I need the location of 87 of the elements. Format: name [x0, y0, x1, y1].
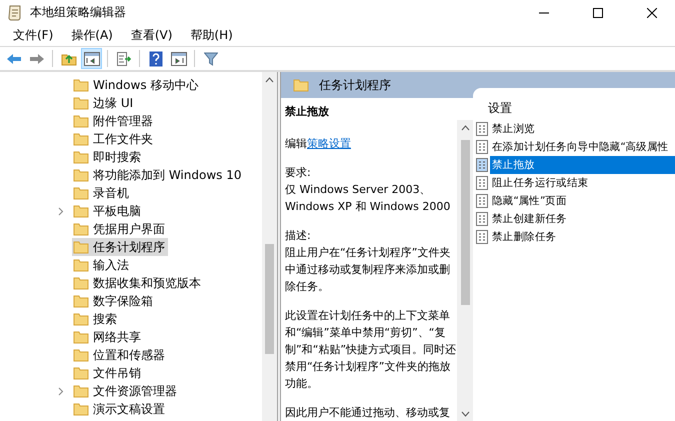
tree-item[interactable]: 工作文件夹	[72, 130, 156, 148]
scroll-app-icon	[8, 4, 22, 20]
requirements-text: 仅 Windows Server 2003、Windows XP 和 Windows 2000	[285, 182, 452, 215]
setting-item[interactable]: 在添加计划任务向导中隐藏“高级属性	[490, 138, 675, 156]
menu-item[interactable]: 文件(F)	[4, 27, 62, 44]
tree-item[interactable]: 网络共享	[72, 328, 144, 346]
policy-document-icon	[476, 140, 488, 154]
folder-icon	[73, 402, 89, 416]
folder-icon	[73, 168, 89, 182]
filter-icon	[204, 52, 218, 66]
window-title: 本地组策略编辑器	[30, 4, 127, 21]
chevron-right-icon[interactable]	[58, 206, 64, 216]
folder-icon	[293, 78, 309, 92]
folder-icon	[73, 366, 89, 380]
column-header[interactable]: 设置	[476, 100, 675, 120]
tree-item[interactable]: 文件资源管理器	[72, 382, 180, 400]
header-title: 任务计划程序	[319, 76, 391, 94]
export-list-icon	[116, 52, 132, 66]
description-paragraph: 因此用户不能通过拖动、移动或复	[285, 405, 451, 421]
tree-item[interactable]: 数据收集和预览版本	[72, 274, 204, 292]
policy-title: 禁止拖放	[285, 104, 330, 119]
policy-document-icon	[476, 176, 488, 190]
edit-text: 编辑	[285, 137, 307, 150]
description-paragraph: 阻止用户在“任务计划程序”文件夹中通过移动或复制程序来添加或删除任务。	[285, 245, 452, 295]
help-icon	[148, 50, 162, 66]
folder-icon	[73, 186, 89, 200]
scrollbar-thumb[interactable]	[460, 140, 470, 305]
folder-icon	[73, 384, 89, 398]
tree-item[interactable]: 凭据用户界面	[72, 220, 168, 238]
policy-document-icon	[476, 158, 488, 172]
close-icon	[647, 8, 657, 18]
scrollbar[interactable]	[262, 72, 277, 421]
folder-icon	[73, 276, 89, 290]
tree-item[interactable]: 数字保险箱	[72, 292, 156, 310]
folder-icon	[73, 132, 89, 146]
policy-document-icon	[476, 230, 488, 244]
folder-icon	[73, 258, 89, 272]
policy-document-icon	[476, 122, 488, 136]
requirements-label: 要求:	[285, 165, 312, 181]
folder-icon	[73, 96, 89, 110]
menu-item[interactable]: 查看(V)	[122, 27, 182, 44]
tree-item[interactable]: 平板电脑	[72, 202, 144, 220]
maximize-icon	[593, 8, 603, 18]
folder-up-icon	[60, 52, 76, 66]
tree-item[interactable]: Windows 移动中心	[72, 76, 202, 94]
console-tree-icon	[84, 52, 100, 66]
setting-item[interactable]: 隐藏“属性”页面	[490, 192, 675, 210]
folder-icon	[73, 294, 89, 308]
tree-item[interactable]: 文件吊销	[72, 364, 144, 382]
tree-item[interactable]: 即时搜索	[72, 148, 144, 166]
action-pane-icon	[170, 52, 186, 66]
back-arrow-icon	[6, 52, 22, 64]
folder-icon	[73, 204, 89, 218]
folder-icon	[73, 348, 89, 362]
folder-icon	[73, 240, 89, 254]
tree-item[interactable]: 边缘 UI	[72, 94, 136, 112]
forward-arrow-icon	[28, 52, 44, 64]
description-label: 描述:	[285, 228, 312, 244]
setting-item[interactable]: 禁止浏览	[490, 120, 675, 138]
description-paragraph: 此设置在计划任务中的上下文菜单和“编辑”菜单中禁用“剪切”、“复制”和“粘贴”快捷方式项目。同时还禁用“任务计划程序”文件夹的拖放功能。	[285, 308, 457, 392]
folder-icon	[73, 114, 89, 128]
tree-item[interactable]: 位置和传感器	[72, 346, 168, 364]
setting-item[interactable]: 禁止拖放	[490, 156, 675, 174]
setting-item[interactable]: 禁止创建新任务	[490, 210, 675, 228]
tree-item[interactable]: 演示文稿设置	[72, 400, 168, 418]
folder-icon	[73, 222, 89, 236]
tree-item[interactable]: 附件管理器	[72, 112, 156, 130]
scrollbar-thumb[interactable]	[265, 244, 274, 354]
tree-item[interactable]: 搜索	[72, 310, 120, 328]
folder-icon	[73, 150, 89, 164]
policy-settings-link[interactable]: 策略设置	[307, 137, 351, 150]
tree-item[interactable]: 录音机	[72, 184, 132, 202]
chevron-right-icon[interactable]	[58, 386, 64, 396]
scrollbar[interactable]	[457, 120, 473, 421]
menu-item[interactable]: 操作(A)	[62, 27, 122, 44]
tree-item[interactable]: 输入法	[72, 256, 132, 274]
policy-document-icon	[476, 212, 488, 226]
folder-icon	[73, 330, 89, 344]
toolbar-button[interactable]	[81, 48, 102, 69]
setting-item[interactable]: 阻止任务运行或结束	[490, 174, 675, 192]
tree-item[interactable]: 任务计划程序	[72, 238, 168, 256]
folder-icon	[73, 312, 89, 326]
folder-icon	[73, 78, 89, 92]
tree-item[interactable]: 将功能添加到 Windows 10	[72, 166, 244, 184]
policy-document-icon	[476, 194, 488, 208]
setting-item[interactable]: 禁止删除任务	[490, 228, 675, 246]
menu-item[interactable]: 帮助(H)	[181, 27, 242, 44]
